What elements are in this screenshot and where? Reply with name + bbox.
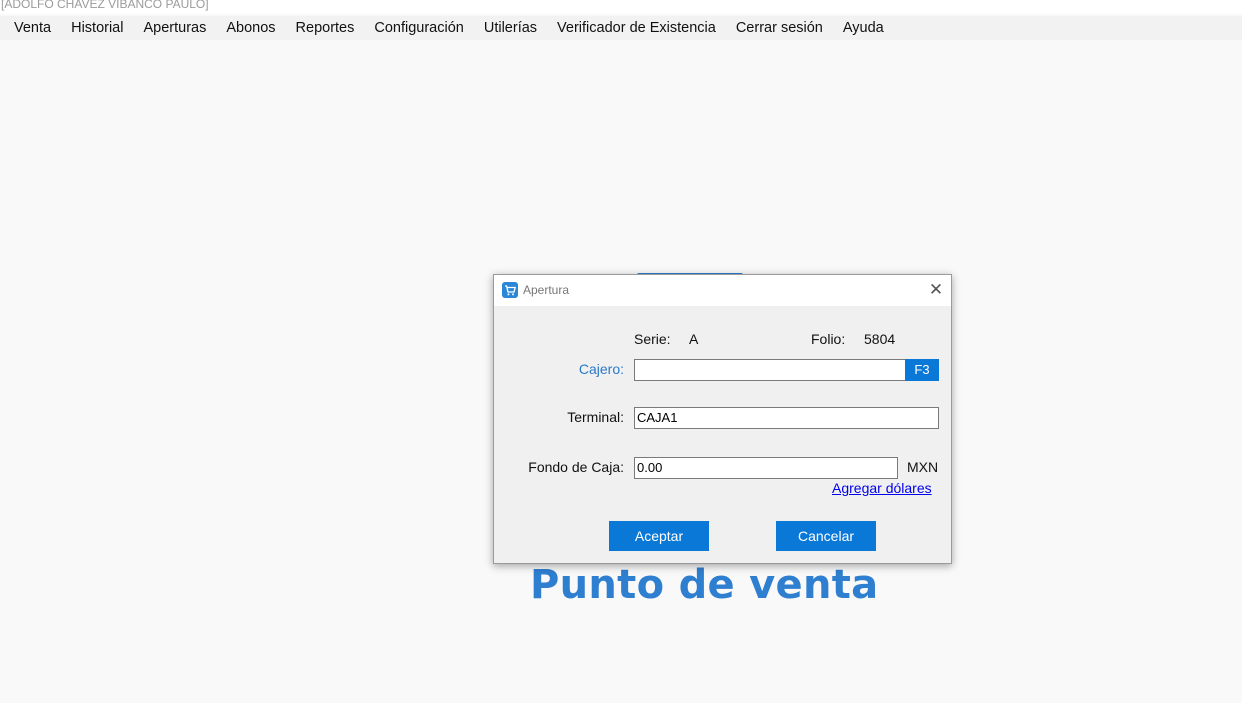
menubar: Venta Historial Aperturas Abonos Reporte… [0, 16, 1242, 40]
menu-utilerias[interactable]: Utilerías [474, 16, 547, 40]
cancel-button[interactable]: Cancelar [776, 521, 876, 551]
f3-button[interactable]: F3 [905, 359, 939, 381]
terminal-label: Terminal: [567, 409, 624, 425]
menu-ayuda[interactable]: Ayuda [833, 16, 894, 40]
menu-cerrar-sesion[interactable]: Cerrar sesión [726, 16, 833, 40]
terminal-input[interactable]: CAJA1 [634, 407, 939, 429]
fondo-caja-label: Fondo de Caja: [528, 459, 624, 475]
apertura-dialog: Apertura ✕ Serie: A Folio: 5804 Cajero: … [493, 274, 952, 564]
currency-label: MXN [907, 459, 939, 475]
cart-icon [502, 282, 518, 298]
menu-venta[interactable]: Venta [0, 16, 61, 40]
dialog-title-bar: Apertura ✕ [494, 275, 951, 306]
serie-label: Serie: [634, 331, 671, 347]
add-dollars-link[interactable]: Agregar dólares [832, 480, 932, 496]
window-title-bar: [ADOLFO CHAVEZ VIBANCO PAULO] [0, 0, 1242, 14]
window-title: [ADOLFO CHAVEZ VIBANCO PAULO] [1, 0, 209, 11]
cajero-label[interactable]: Cajero: [524, 361, 624, 377]
dialog-title: Apertura [523, 283, 570, 297]
menu-aperturas[interactable]: Aperturas [133, 16, 216, 40]
fondo-caja-input[interactable]: 0.00 [634, 457, 898, 479]
serie-value: A [689, 331, 699, 347]
menu-verificador-existencia[interactable]: Verificador de Existencia [547, 16, 726, 40]
accept-button[interactable]: Aceptar [609, 521, 709, 551]
menu-abonos[interactable]: Abonos [216, 16, 285, 40]
cajero-input[interactable] [634, 359, 906, 381]
menu-configuracion[interactable]: Configuración [364, 16, 473, 40]
close-icon[interactable]: ✕ [927, 281, 945, 299]
folio-label: Folio: [811, 331, 846, 347]
menu-reportes[interactable]: Reportes [286, 16, 365, 40]
brand-text: Punto de venta [530, 562, 879, 608]
folio-value: 5804 [864, 331, 896, 347]
menu-historial[interactable]: Historial [61, 16, 133, 40]
